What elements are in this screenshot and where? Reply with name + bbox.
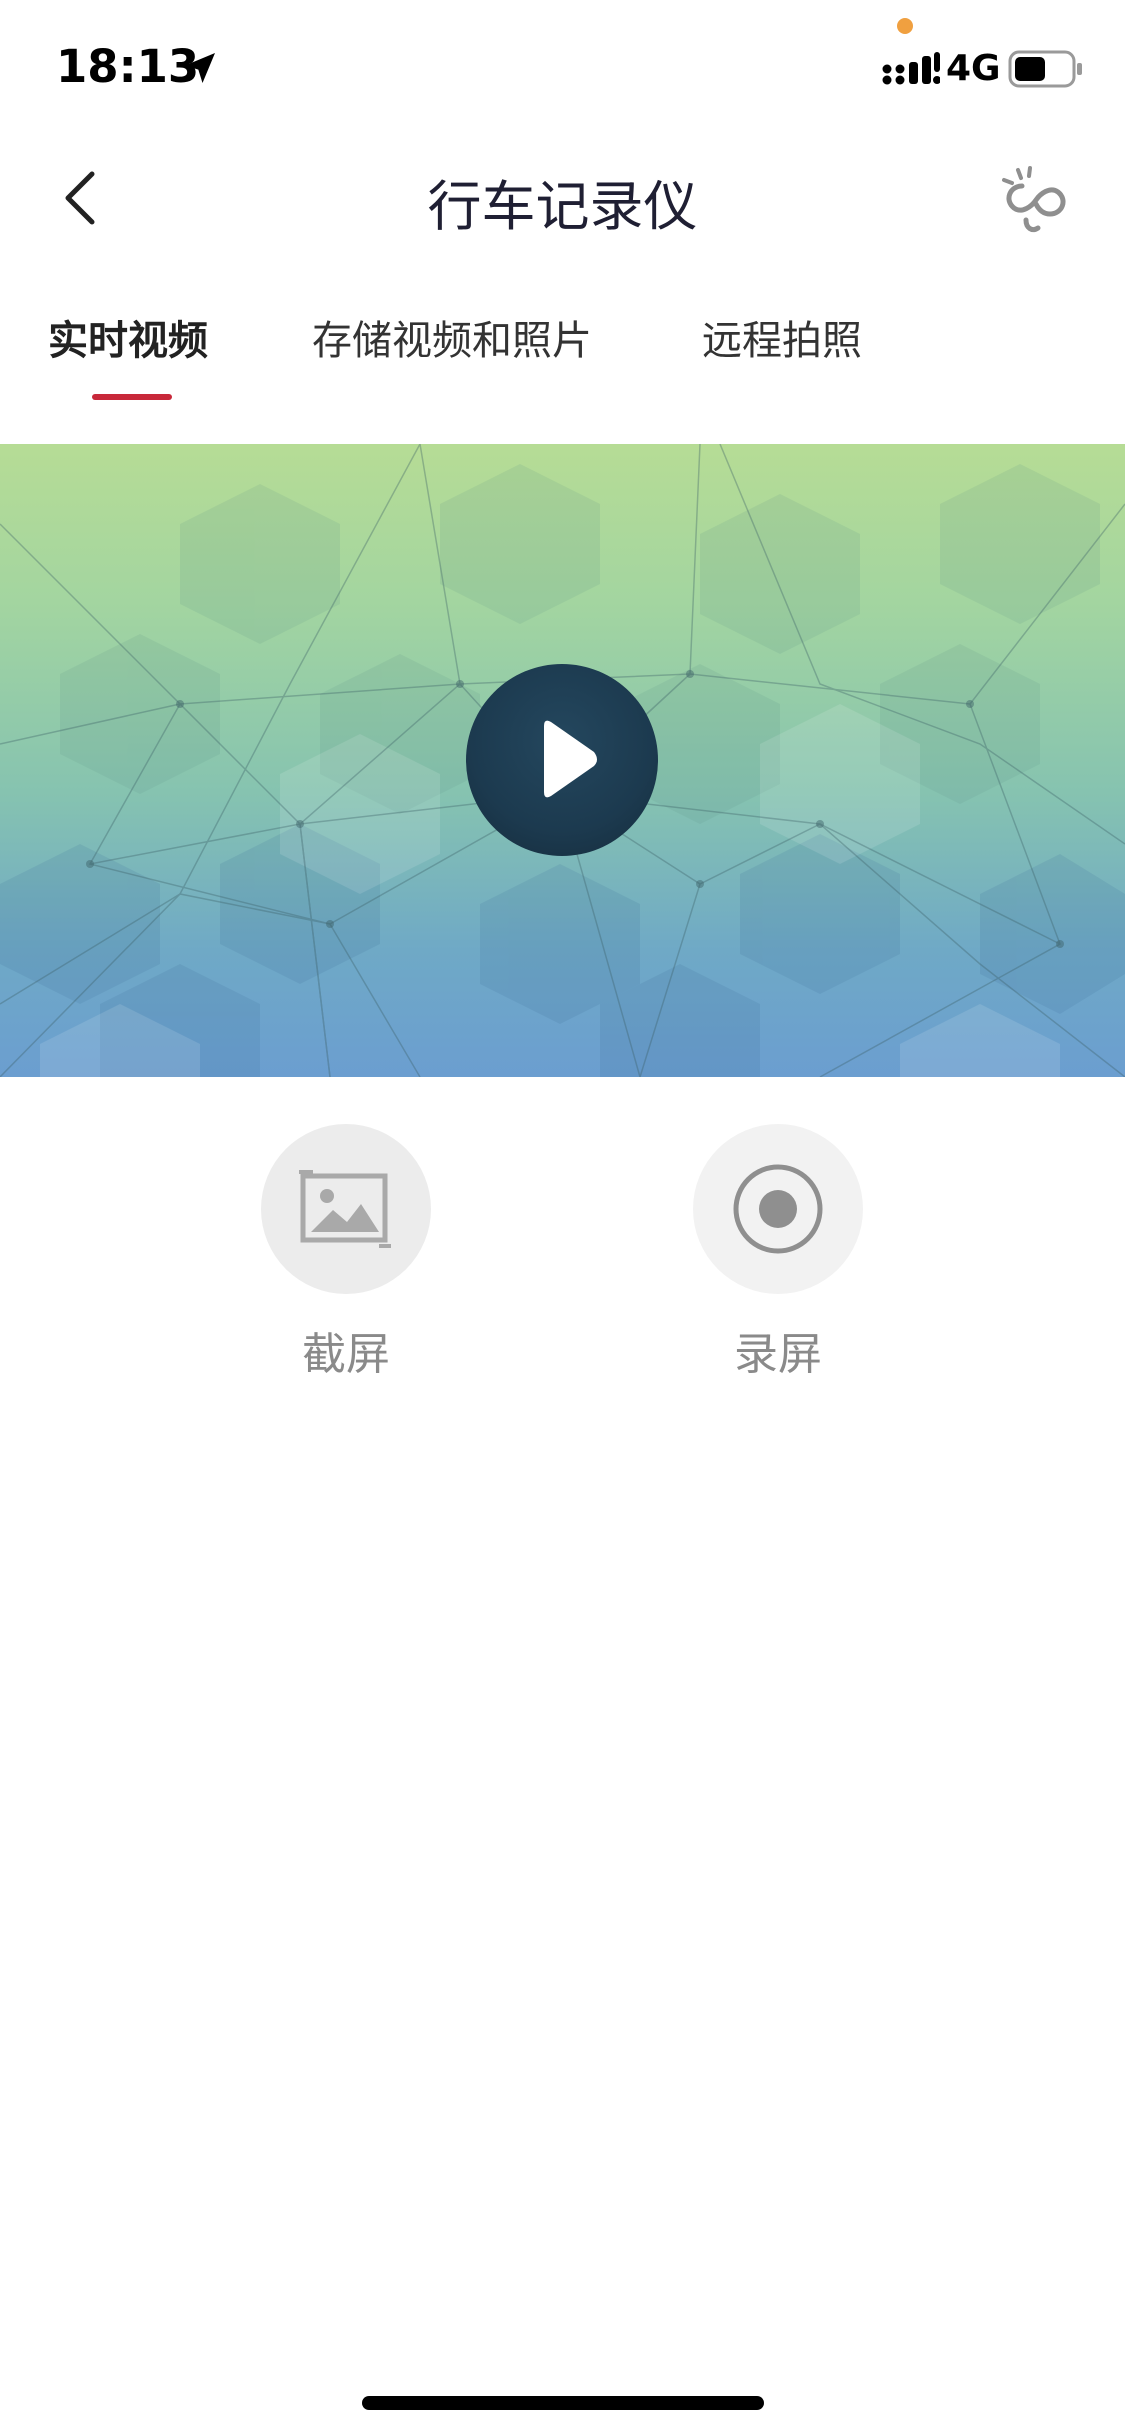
record-label: 录屏: [734, 1329, 822, 1380]
status-time: 18:13: [56, 40, 200, 93]
screenshot-label: 截屏: [302, 1329, 390, 1380]
record-icon: [733, 1164, 823, 1254]
image-icon: [299, 1170, 391, 1248]
battery-icon: [1008, 50, 1082, 88]
tab-live-video[interactable]: 实时视频: [48, 308, 208, 366]
connect-icon: [1002, 166, 1066, 233]
play-button[interactable]: [466, 664, 658, 856]
record-action: 录屏: [658, 1124, 898, 1382]
network-type: 4G: [946, 48, 1001, 89]
record-button[interactable]: [693, 1124, 863, 1294]
navigation-bar: 行车记录仪: [0, 132, 1125, 264]
active-tab-indicator: [92, 394, 172, 400]
play-icon: [544, 720, 597, 798]
connect-button[interactable]: [992, 156, 1082, 246]
signal-icon: [882, 52, 940, 85]
tab-remote-photo[interactable]: 远程拍照: [702, 308, 862, 366]
page-title: 行车记录仪: [427, 175, 698, 238]
tab-bar: 实时视频 存储视频和照片 远程拍照: [0, 290, 1125, 430]
tab-stored-media[interactable]: 存储视频和照片: [312, 308, 592, 366]
screenshot-button[interactable]: [261, 1124, 431, 1294]
home-indicator[interactable]: [362, 2396, 764, 2410]
privacy-indicator-dot: [897, 18, 913, 34]
live-video-player[interactable]: [0, 444, 1125, 1077]
status-bar: 18:13 4G: [0, 0, 1125, 132]
location-arrow-icon: [185, 53, 215, 83]
screenshot-action: 截屏: [226, 1124, 466, 1382]
